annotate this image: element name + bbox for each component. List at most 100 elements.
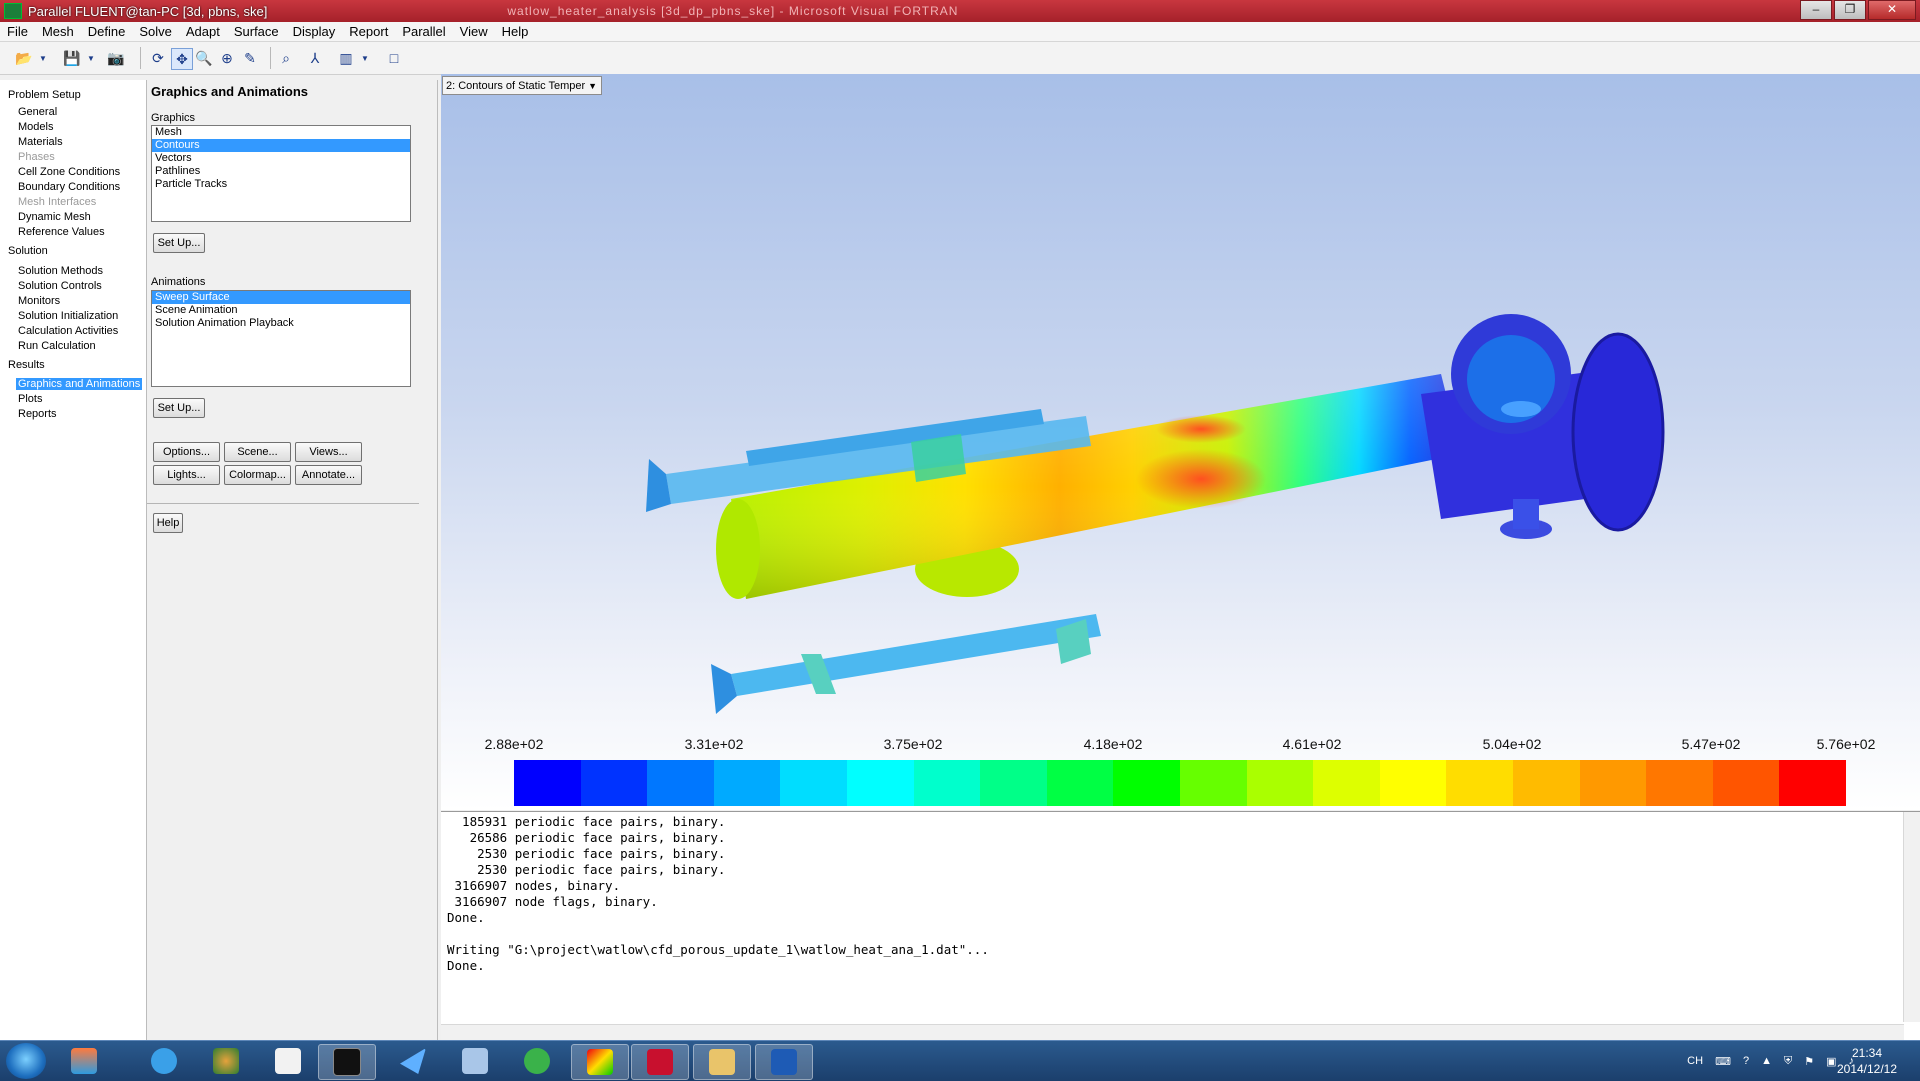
colormap-button[interactable]: Colormap... — [224, 465, 291, 485]
open-dropdown-icon[interactable]: ▼ — [38, 48, 48, 68]
minimize-button[interactable]: – — [1800, 0, 1832, 20]
taskbar-app[interactable] — [755, 1044, 813, 1080]
taskbar-app[interactable] — [136, 1044, 192, 1078]
taskbar-app[interactable] — [447, 1044, 503, 1078]
close-button[interactable]: ✕ — [1868, 0, 1916, 20]
list-item-mesh[interactable]: Mesh — [152, 126, 410, 139]
colorbar-swatch — [980, 760, 1047, 806]
rotate-icon[interactable]: ⟳ — [148, 48, 168, 68]
menu-report[interactable]: Report — [342, 24, 395, 39]
taskbar-app[interactable] — [509, 1044, 565, 1078]
scene-button[interactable]: Scene... — [224, 442, 291, 462]
document-icon — [275, 1048, 301, 1074]
camera-icon[interactable]: 📷 — [106, 48, 126, 68]
options-button[interactable]: Options... — [153, 442, 220, 462]
animations-list[interactable]: Sweep Surface Scene Animation Solution A… — [151, 290, 411, 387]
lights-button[interactable]: Lights... — [153, 465, 220, 485]
menu-parallel[interactable]: Parallel — [395, 24, 452, 39]
list-item-pathlines[interactable]: Pathlines — [152, 165, 410, 178]
nav-item-plots[interactable]: Plots — [18, 393, 42, 405]
open-icon[interactable]: 📂 — [14, 48, 34, 68]
nav-item-solution-methods[interactable]: Solution Methods — [18, 265, 103, 277]
list-item-scene-animation[interactable]: Scene Animation — [152, 304, 410, 317]
menu-solve[interactable]: Solve — [132, 24, 179, 39]
console-window[interactable]: 185931 periodic face pairs, binary. 2658… — [441, 811, 1920, 1041]
layout-icon[interactable]: ▥ — [336, 48, 356, 68]
nav-item-cell-zone-conditions[interactable]: Cell Zone Conditions — [18, 166, 120, 178]
nav-item-boundary-conditions[interactable]: Boundary Conditions — [18, 181, 120, 193]
menu-surface[interactable]: Surface — [227, 24, 286, 39]
title-bar: Parallel FLUENT@tan-PC [3d, pbns, ske] w… — [0, 0, 1920, 22]
flag-icon[interactable]: ⚑ — [1804, 1055, 1814, 1068]
menu-define[interactable]: Define — [81, 24, 133, 39]
colorbar-swatch — [1579, 760, 1647, 806]
colorbar-tick: 5.47e+02 — [1681, 736, 1741, 752]
taskbar-app[interactable] — [631, 1044, 689, 1080]
nav-item-general[interactable]: General — [18, 106, 57, 118]
colorbar-swatch — [1712, 760, 1780, 806]
graphics-setup-button[interactable]: Set Up... — [153, 233, 205, 253]
layout-dropdown-icon[interactable]: ▼ — [360, 48, 370, 68]
zoom-icon[interactable]: 🔍 — [194, 48, 214, 68]
views-button[interactable]: Views... — [295, 442, 362, 462]
taskbar-app[interactable] — [571, 1044, 629, 1080]
list-item-particle-tracks[interactable]: Particle Tracks — [152, 178, 410, 191]
nav-item-monitors[interactable]: Monitors — [18, 295, 60, 307]
taskbar-app[interactable] — [385, 1044, 441, 1078]
blurred-window-title: watlow_heater_analysis [3d_dp_pbns_ske] … — [507, 4, 959, 18]
window-icon[interactable]: □ — [384, 48, 404, 68]
help-icon[interactable]: ? — [1743, 1055, 1749, 1067]
nav-item-graphics-and-animations[interactable]: Graphics and Animations — [16, 378, 143, 390]
keyboard-icon[interactable]: ⌨ — [1715, 1055, 1731, 1068]
console-horizontal-scrollbar[interactable] — [441, 1024, 1904, 1041]
nav-item-solution-initialization[interactable]: Solution Initialization — [18, 310, 118, 322]
menu-view[interactable]: View — [453, 24, 495, 39]
nav-item-reference-values[interactable]: Reference Values — [18, 226, 105, 238]
menu-file[interactable]: File — [0, 24, 35, 39]
graphics-label: Graphics — [151, 112, 196, 124]
nav-section-results[interactable]: Results — [8, 359, 45, 371]
menu-display[interactable]: Display — [286, 24, 343, 39]
help-button[interactable]: Help — [153, 513, 183, 533]
list-item-vectors[interactable]: Vectors — [152, 152, 410, 165]
console-vertical-scrollbar[interactable] — [1903, 812, 1920, 1022]
shield-icon[interactable]: ⛨ — [1784, 1055, 1792, 1068]
list-item-sweep-surface[interactable]: Sweep Surface — [152, 291, 410, 304]
clock-date: 2014/12/12 — [1836, 1062, 1898, 1076]
save-icon[interactable]: 💾 — [62, 48, 82, 68]
zoom-in-icon[interactable]: ⊕ — [217, 48, 237, 68]
menu-help[interactable]: Help — [495, 24, 536, 39]
language-indicator[interactable]: CH — [1687, 1055, 1703, 1067]
taskbar-app[interactable] — [56, 1044, 112, 1078]
nav-item-run-calculation[interactable]: Run Calculation — [18, 340, 96, 352]
pan-icon[interactable]: ✥ — [171, 48, 193, 70]
graphics-list[interactable]: Mesh Contours Vectors Pathlines Particle… — [151, 125, 411, 222]
nav-item-solution-controls[interactable]: Solution Controls — [18, 280, 102, 292]
nav-item-materials[interactable]: Materials — [18, 136, 63, 148]
nav-item-models[interactable]: Models — [18, 121, 53, 133]
chevron-up-icon[interactable]: ▲ — [1761, 1055, 1772, 1067]
taskbar-app[interactable] — [198, 1044, 254, 1078]
taskbar-app[interactable] — [318, 1044, 376, 1080]
nav-item-calculation-activities[interactable]: Calculation Activities — [18, 325, 118, 337]
probe-icon[interactable]: ✎ — [240, 48, 260, 68]
nav-section-solution[interactable]: Solution — [8, 245, 48, 257]
save-dropdown-icon[interactable]: ▼ — [86, 48, 96, 68]
taskbar-app[interactable] — [693, 1044, 751, 1080]
menu-mesh[interactable]: Mesh — [35, 24, 81, 39]
clock[interactable]: 21:34 2014/12/12 — [1822, 1045, 1912, 1077]
list-item-contours[interactable]: Contours — [152, 139, 410, 152]
nav-item-reports[interactable]: Reports — [18, 408, 57, 420]
list-item-solution-animation-playback[interactable]: Solution Animation Playback — [152, 317, 410, 330]
nav-section-problem-setup[interactable]: Problem Setup — [8, 89, 81, 101]
taskbar-app[interactable] — [260, 1044, 316, 1078]
fit-icon[interactable]: ⌕ — [276, 48, 296, 68]
menu-adapt[interactable]: Adapt — [179, 24, 227, 39]
nav-item-dynamic-mesh[interactable]: Dynamic Mesh — [18, 211, 91, 223]
axes-icon[interactable]: ⅄ — [305, 48, 325, 68]
maximize-button[interactable]: ❐ — [1834, 0, 1866, 20]
annotate-button[interactable]: Annotate... — [295, 465, 362, 485]
graphics-window[interactable]: 2: Contours of Static Temper ▼ 2.88e+02 … — [441, 74, 1920, 810]
animations-setup-button[interactable]: Set Up... — [153, 398, 205, 418]
start-button[interactable] — [6, 1043, 46, 1079]
